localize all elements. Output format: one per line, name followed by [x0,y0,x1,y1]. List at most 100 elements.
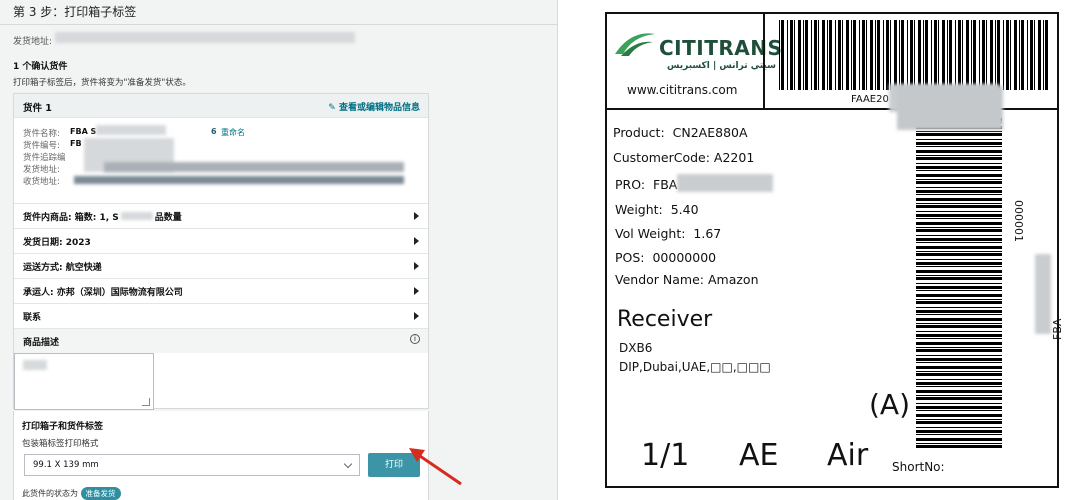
barcode-bar [779,20,780,90]
barcode-bar [916,238,1002,241]
barcode-bar [916,150,1002,153]
barcode-bar [982,20,985,90]
barcode-bar [907,20,908,90]
barcode-bar [916,142,1002,145]
barcode-bar [916,419,1002,420]
barcode-bar [916,366,1002,369]
rename-link[interactable]: 重命名 [221,127,245,138]
barcode-bar [859,20,860,90]
shipment-id-value: FB [70,139,82,148]
redacted-from [104,162,404,172]
barcode-bar [916,229,1002,232]
barcode-bar [829,20,832,90]
barcode-bar [997,20,1000,90]
barcode-bar [916,403,1002,404]
pencil-icon: ✎ [328,103,339,113]
barcode-bar [931,20,932,90]
barcode-bar [916,390,1002,393]
caret-right-icon [414,237,419,245]
barcode-bar [910,20,913,90]
shipment-id-label: 货件编号: [23,141,60,151]
barcode-bar [835,20,836,90]
barcode-bar [862,20,865,90]
short-no-label: ShortNo: [892,460,945,474]
barcode-bar [916,290,1002,291]
status-badge: 准备发货 [80,487,121,500]
resize-handle-icon[interactable] [142,398,150,406]
barcode-bar [1006,20,1009,90]
divider [763,14,765,109]
barcode-bar [916,386,1002,387]
barcode-bar [916,294,1002,297]
barcode-bar [916,187,1002,188]
to-label: 收货地址: [23,177,60,187]
barcode-bar [916,262,1002,265]
barcode-bar [916,445,1002,448]
barcode-bar [901,20,904,90]
barcode-bar [886,20,889,90]
barcode-bar [916,307,1002,308]
row-description: 商品描述 i [14,328,428,353]
barcode-bar [883,20,884,90]
barcode-bar [870,20,873,90]
shipment-panel: 第 3 步：打印箱子标签 发货地址: 1 个确认货件 打印箱子标签后，货件将变为… [0,0,558,500]
receiver-code: DXB6 [619,341,653,355]
row-contact[interactable]: 联系 [14,303,428,328]
barcode-bar [842,20,843,90]
vol-weight-field: Vol Weight: 1.67 [615,226,722,241]
barcode-bar [916,438,1002,441]
barcode-bar [916,406,1002,409]
barcode-bar [916,253,1002,256]
caret-right-icon [414,212,419,220]
row-ship-date[interactable]: 发货日期: 2023 [14,228,428,253]
from-label: 发货地址: [23,165,60,175]
shipment-name-value: FBA S [70,127,97,136]
barcode-bar [916,227,1002,228]
description-textarea[interactable] [14,353,154,410]
barcode-bar [866,20,867,90]
barcode-bar [814,20,817,90]
barcode-bar [822,20,825,90]
barcode-bar [916,174,1002,177]
row-shipping-method[interactable]: 运送方式: 航空快递 [14,253,428,278]
barcode-bar [947,20,948,90]
confirm-title: 1 个确认货件 [13,62,68,72]
barcode-bar [916,163,1002,164]
label-format-select[interactable]: 99.1 X 139 mm [24,454,360,476]
barcode-bar [923,20,924,90]
barcode-bar [971,20,972,90]
row-items[interactable]: 货件内商品: 箱数: 1, S 品数量 [14,203,428,228]
barcode-bar [934,20,937,90]
shipment-name-label: 货件名称: [23,129,60,139]
confirm-note: 打印箱子标签后，货件将变为"准备发货"状态。 [13,78,191,88]
format-label: 包装箱标签打印格式 [22,439,99,449]
tracking-label: 货件追踪编 [23,153,66,163]
shipment-card: 货件 1 ✎ 查看或编辑物品信息 货件名称: FBA S 6 重命名 货件编号:… [13,93,429,410]
redacted-address [55,32,355,43]
barcode-bar [781,20,784,90]
edit-items-link[interactable]: ✎ 查看或编辑物品信息 [328,100,420,113]
redacted [96,125,166,135]
side-text-bottom: FBA [1051,318,1064,340]
barcode-bar [916,283,1002,284]
barcode-bar [916,314,1002,315]
barcode-bar [916,331,1002,332]
barcode-bar [794,20,795,90]
redacted-barcode [897,86,1003,130]
barcode-bar [916,443,1002,444]
row-carrier[interactable]: 承运人: 亦邦（深圳）国际物流有限公司 [14,278,428,303]
barcode-bar [916,166,1002,169]
ship-from-label: 发货地址: [13,37,53,47]
mode: Air [827,438,869,473]
barcode-bar [916,299,1002,300]
step-title: 第 3 步：打印箱子标签 [13,5,137,19]
red-arrow-annotation [409,448,462,486]
divider [0,24,557,25]
barcode-bar [916,382,1002,385]
shipment-name-count: 6 [211,127,217,136]
barcode-bar [1003,20,1004,90]
count: 1/1 [641,438,690,473]
barcode-bar [942,20,945,90]
caret-right-icon [414,287,419,295]
barcode-bar [916,246,1002,249]
